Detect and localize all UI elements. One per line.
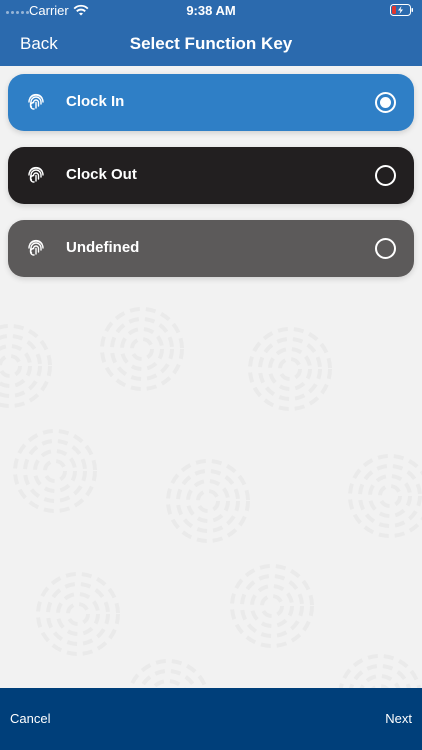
navbar: Back Select Function Key xyxy=(0,22,422,66)
background-fingerprint-icon xyxy=(128,659,208,688)
background-fingerprint-icon xyxy=(248,327,332,411)
background-fingerprint-icon xyxy=(0,324,52,408)
header: Carrier 9:38 AM Back Select Function Key xyxy=(0,0,422,66)
background-fingerprint-icon xyxy=(36,572,120,656)
option-label: Clock Out xyxy=(66,166,137,183)
option-clock-in[interactable]: Clock In xyxy=(8,74,414,131)
cancel-button[interactable]: Cancel xyxy=(10,711,50,726)
option-clock-out[interactable]: Clock Out xyxy=(8,147,414,204)
option-label: Undefined xyxy=(66,239,140,256)
background-fingerprint-icon xyxy=(230,564,314,648)
option-label: Clock In xyxy=(66,93,125,110)
background-fingerprint-icon xyxy=(338,654,422,688)
footer-toolbar: Cancel Next xyxy=(0,688,422,750)
content-area: Clock In Clock Out Undefined xyxy=(0,66,422,688)
status-time: 9:38 AM xyxy=(186,3,236,18)
background-fingerprint-icon xyxy=(13,429,97,513)
background-fingerprint-icon xyxy=(348,454,422,538)
radio-unselected[interactable] xyxy=(375,165,396,186)
background-fingerprint-icon xyxy=(100,307,184,391)
fingerprint-icon xyxy=(28,239,44,256)
next-button[interactable]: Next xyxy=(385,711,412,726)
option-undefined[interactable]: Undefined xyxy=(8,220,414,277)
status-bar: Carrier 9:38 AM xyxy=(0,0,422,22)
page-title: Select Function Key xyxy=(129,34,293,53)
battery-charging-icon xyxy=(390,4,413,16)
background-fingerprint-icon xyxy=(166,459,250,543)
radio-selected[interactable] xyxy=(375,92,396,113)
radio-unselected[interactable] xyxy=(375,238,396,259)
fingerprint-icon xyxy=(28,166,44,183)
fingerprint-icon xyxy=(28,93,44,110)
